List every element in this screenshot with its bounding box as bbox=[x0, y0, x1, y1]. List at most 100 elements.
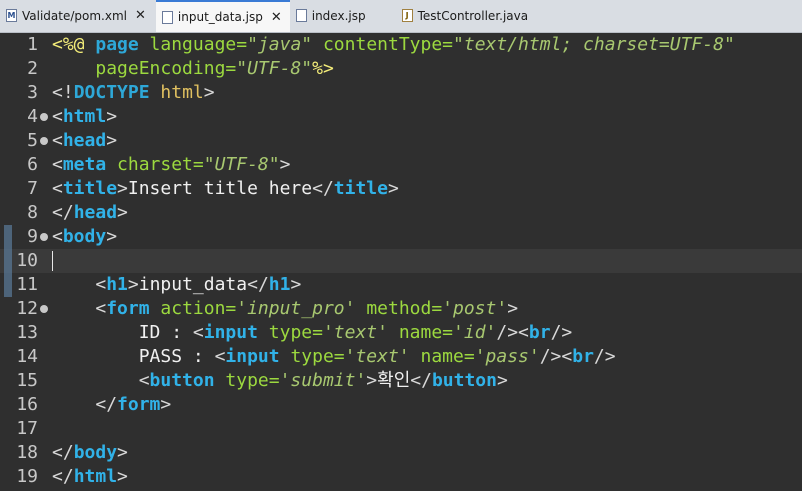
code-text: </body> bbox=[52, 441, 128, 465]
editor-tab-bar: M Validate/pom.xml ✕ input_data.jsp ✕ index.j… bbox=[0, 0, 802, 33]
code-text: <!DOCTYPE html> bbox=[52, 81, 215, 105]
line-number: 14 bbox=[16, 346, 38, 367]
line-number: 8 bbox=[27, 202, 38, 223]
fold-toggle-icon[interactable] bbox=[40, 305, 48, 313]
code-text: <title>Insert title here</title> bbox=[52, 177, 399, 201]
line-number: 3 bbox=[27, 82, 38, 103]
code-token: > bbox=[106, 106, 118, 127]
code-token: input bbox=[225, 346, 291, 367]
code-line-1[interactable]: 1 <%@ page language="java" contentType="t… bbox=[0, 33, 802, 57]
code-line-2[interactable]: 2 pageEncoding="UTF-8"%> bbox=[0, 57, 802, 81]
fold-toggle-icon[interactable] bbox=[40, 233, 48, 241]
text-caret bbox=[52, 251, 53, 271]
tab-1[interactable]: input_data.jsp ✕ bbox=[155, 0, 290, 32]
code-line-19[interactable]: 19 </html> bbox=[0, 465, 802, 489]
fold-toggle-icon[interactable] bbox=[40, 137, 48, 145]
code-text: ID : <input type='text' name='id'/><br/> bbox=[52, 321, 573, 345]
code-token: html bbox=[73, 466, 118, 487]
code-text: <h1>input_data</h1> bbox=[52, 273, 301, 297]
code-token: PASS : bbox=[52, 346, 215, 367]
code-token: < bbox=[95, 298, 107, 319]
code-token: > bbox=[106, 130, 118, 151]
code-text: </form> bbox=[52, 393, 171, 417]
code-editor[interactable]: 1 <%@ page language="java" contentType="t… bbox=[0, 33, 802, 491]
code-token: > bbox=[366, 370, 378, 391]
code-token: < bbox=[52, 226, 63, 247]
tab-label: input_data.jsp bbox=[177, 10, 263, 24]
code-text: <meta charset="UTF-8"> bbox=[52, 153, 290, 177]
line-number: 19 bbox=[16, 466, 38, 487]
code-token: button bbox=[149, 370, 226, 391]
code-token: 확인 bbox=[377, 370, 411, 391]
code-line-16[interactable]: 16 </form> bbox=[0, 393, 802, 417]
code-line-7[interactable]: 7 <title>Insert title here</title> bbox=[0, 177, 802, 201]
tab-2[interactable]: index.jsp bbox=[290, 0, 396, 31]
fold-toggle-icon[interactable] bbox=[40, 113, 48, 121]
code-token: h1 bbox=[268, 274, 291, 295]
code-token: < bbox=[52, 154, 63, 175]
close-tab-icon[interactable]: ✕ bbox=[271, 10, 282, 25]
code-token: type= bbox=[268, 322, 323, 343]
code-token: pageEncoding= bbox=[95, 58, 237, 79]
code-token: </ bbox=[410, 370, 432, 391]
code-text: </head> bbox=[52, 201, 128, 225]
xml-file-icon: M bbox=[6, 9, 17, 22]
code-token: > bbox=[496, 370, 508, 391]
code-token: button bbox=[431, 370, 497, 391]
code-token: meta bbox=[62, 154, 118, 175]
code-line-8[interactable]: 8 </head> bbox=[0, 201, 802, 225]
code-token: br bbox=[572, 346, 594, 367]
code-line-14[interactable]: 14 PASS : <input type='text' name='pass'… bbox=[0, 345, 802, 369]
tab-0[interactable]: M Validate/pom.xml ✕ bbox=[0, 0, 156, 31]
code-token: < bbox=[192, 322, 204, 343]
code-token: br bbox=[528, 322, 551, 343]
code-token: < bbox=[214, 346, 226, 367]
code-token: input_data bbox=[138, 274, 248, 295]
tab-label: TestController.java bbox=[417, 8, 529, 23]
code-text: <body> bbox=[52, 225, 117, 249]
tab-label: index.jsp bbox=[311, 8, 366, 23]
code-line-10[interactable]: 10 bbox=[0, 249, 802, 273]
code-line-3[interactable]: 3 <!DOCTYPE html> bbox=[0, 81, 802, 105]
code-token: type= bbox=[290, 346, 345, 367]
code-text: <form action='input_pro' method='post'> bbox=[52, 297, 518, 321]
code-token: > bbox=[290, 274, 302, 295]
code-token: 'pass' bbox=[474, 346, 540, 367]
close-tab-icon[interactable]: ✕ bbox=[135, 8, 146, 23]
line-number: 2 bbox=[27, 58, 38, 79]
code-text: <button type='submit'>확인</button> bbox=[52, 369, 508, 393]
code-line-13[interactable]: 13 ID : <input type='text' name='id'/><b… bbox=[0, 321, 802, 345]
code-token: "java" bbox=[247, 34, 313, 55]
code-line-6[interactable]: 6 <meta charset="UTF-8"> bbox=[0, 153, 802, 177]
code-line-18[interactable]: 18 </body> bbox=[0, 441, 802, 465]
code-line-4[interactable]: 4 <html> bbox=[0, 105, 802, 129]
code-token: h1 bbox=[106, 274, 128, 295]
code-line-15[interactable]: 15 <button type='submit'>확인</button> bbox=[0, 369, 802, 393]
code-token: > bbox=[203, 82, 215, 103]
code-token: 'input_pro' bbox=[236, 298, 356, 319]
line-number: 10 bbox=[16, 250, 38, 271]
code-line-17[interactable]: 17 bbox=[0, 417, 802, 441]
code-token: < bbox=[138, 370, 150, 391]
code-line-5[interactable]: 5 <head> bbox=[0, 129, 802, 153]
code-text: </html> bbox=[52, 465, 128, 489]
code-line-11[interactable]: 11 <h1>input_data</h1> bbox=[0, 273, 802, 297]
code-token: > bbox=[106, 226, 118, 247]
line-number: 13 bbox=[16, 322, 38, 343]
code-text: <head> bbox=[52, 129, 117, 153]
code-token: />< bbox=[496, 322, 529, 343]
code-token: > bbox=[507, 298, 519, 319]
code-token: input bbox=[203, 322, 269, 343]
java-file-icon: J bbox=[401, 9, 413, 22]
line-number: 1 bbox=[27, 34, 38, 55]
code-token: > bbox=[117, 178, 128, 199]
code-line-9[interactable]: 9 <body> bbox=[0, 225, 802, 249]
code-token: 'text' bbox=[344, 346, 410, 367]
code-line-12[interactable]: 12 <form action='input_pro' method='post… bbox=[0, 297, 802, 321]
tab-3[interactable]: J TestController.java bbox=[396, 0, 537, 31]
code-token: /> bbox=[593, 346, 616, 367]
